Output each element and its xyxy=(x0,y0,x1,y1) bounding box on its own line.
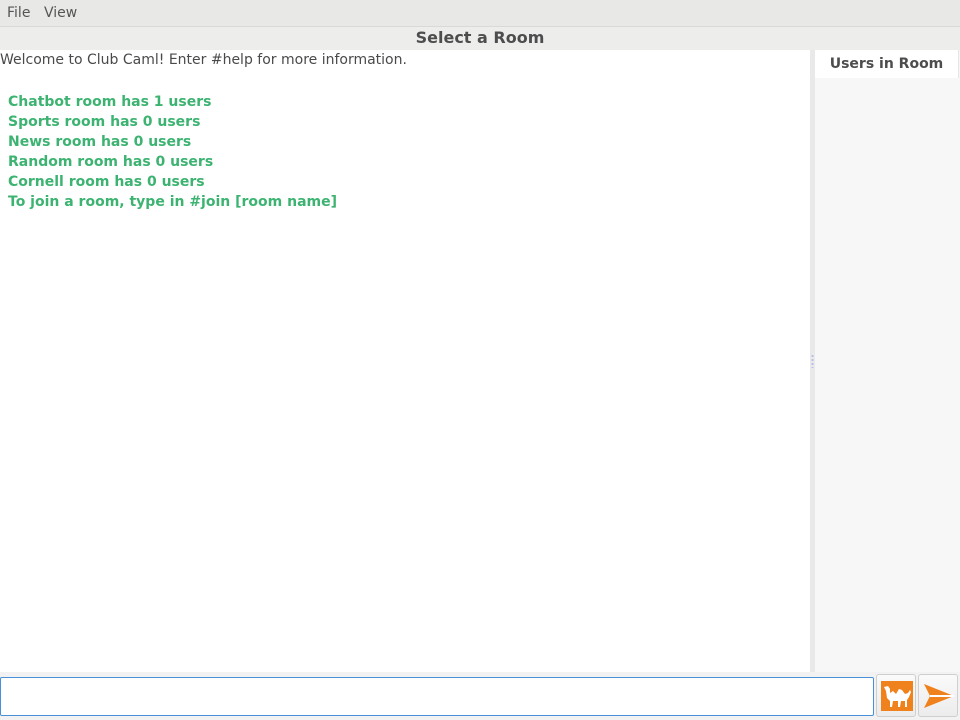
menu-bar: File View xyxy=(0,0,960,27)
join-instructions: To join a room, type in #join [room name… xyxy=(8,194,338,210)
title-bar: Select a Room xyxy=(0,27,960,50)
room-line-news: News room has 0 users xyxy=(8,134,192,150)
menu-view[interactable]: View xyxy=(44,5,77,21)
room-list: Chatbot room has 1 users Sports room has… xyxy=(8,92,337,212)
menu-file[interactable]: File xyxy=(7,5,30,21)
users-in-room-header: Users in Room xyxy=(815,50,959,78)
message-input[interactable] xyxy=(0,677,874,716)
room-line-chatbot: Chatbot room has 1 users xyxy=(8,94,212,110)
camel-button[interactable] xyxy=(876,674,916,717)
camel-icon xyxy=(881,681,913,711)
welcome-message: Welcome to Club Caml! Enter #help for mo… xyxy=(0,52,407,68)
room-line-random: Random room has 0 users xyxy=(8,154,214,170)
users-panel: Users in Room xyxy=(815,50,960,672)
input-bar xyxy=(0,672,960,720)
chat-area: Welcome to Club Caml! Enter #help for mo… xyxy=(0,50,810,672)
send-button[interactable] xyxy=(918,674,958,717)
splitter-grip-icon[interactable] xyxy=(811,354,814,368)
room-line-cornell: Cornell room has 0 users xyxy=(8,174,205,190)
room-line-sports: Sports room has 0 users xyxy=(8,114,201,130)
send-arrow-icon xyxy=(924,684,954,708)
page-title: Select a Room xyxy=(415,28,545,47)
